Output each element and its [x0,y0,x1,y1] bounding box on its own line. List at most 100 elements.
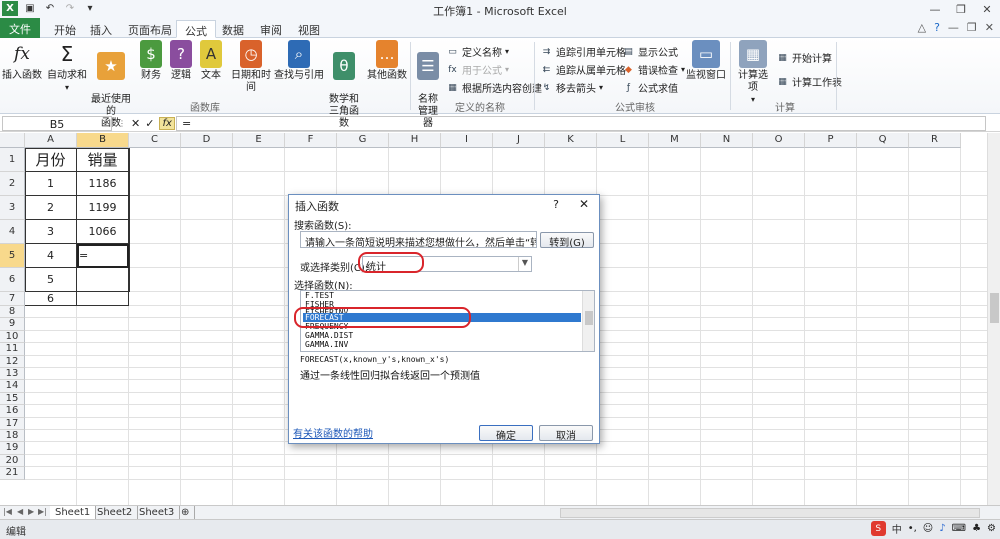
row-header-8[interactable]: 8 [0,306,25,319]
enter-icon[interactable]: ✓ [145,117,154,130]
keyboard-icon[interactable]: ⌨ [952,523,966,534]
column-header-f[interactable]: F [285,133,337,148]
name-box-dropdown-icon[interactable]: ⋮ [118,119,126,128]
row-header-6[interactable]: 6 [0,268,25,292]
select-all-corner[interactable] [0,133,25,148]
financial-button[interactable]: $ 财务 [138,40,164,82]
list-item[interactable]: GAMMA.INV [303,340,581,349]
row-header-5[interactable]: 5 [0,244,25,268]
new-sheet-icon[interactable]: ⊕ [176,506,196,520]
formula-input[interactable]: = [176,116,986,131]
column-header-q[interactable]: Q [857,133,909,148]
table-header-cell[interactable]: 销量 [77,148,129,172]
column-header-r[interactable]: R [909,133,961,148]
chevron-down-icon[interactable]: ▼ [518,257,531,271]
column-header-n[interactable]: N [701,133,753,148]
column-header-o[interactable]: O [753,133,805,148]
row-header-4[interactable]: 4 [0,220,25,244]
table-cell[interactable]: 2 [25,196,77,220]
tab-view[interactable]: 视图 [290,20,328,38]
table-cell[interactable]: = [77,244,129,268]
prev-sheet-icon[interactable]: ◀ [17,507,23,516]
define-name-button[interactable]: ▭ 定义名称 ▾ [446,44,509,60]
row-header-3[interactable]: 3 [0,196,25,220]
tab-review[interactable]: 审阅 [252,20,290,38]
minimize-icon[interactable]: — [922,0,948,18]
vertical-scrollbar[interactable] [987,133,1000,505]
search-function-input[interactable]: 请输入一条简短说明来描述您想做什么，然后单击“转到” [300,231,537,248]
row-header-14[interactable]: 14 [0,380,25,393]
tab-home[interactable]: 开始 [46,20,84,38]
error-checking-button[interactable]: ◆ 错误检查 ▾ [622,62,685,78]
table-cell[interactable]: 4 [25,244,77,268]
row-header-15[interactable]: 15 [0,392,25,406]
sheet-tab-sheet1[interactable]: Sheet1 [50,506,97,520]
column-header-l[interactable]: L [597,133,649,148]
list-item[interactable]: GAMMA.DIST [303,331,581,340]
cancel-icon[interactable]: ✕ [131,117,140,130]
row-header-18[interactable]: 18 [0,430,25,443]
scrollbar-thumb[interactable] [585,311,593,325]
insert-function-button[interactable]: fx 插入函数 [2,40,42,82]
calculate-now-button[interactable]: ▦ 开始计算 [776,50,832,66]
row-header-2[interactable]: 2 [0,172,25,196]
name-box[interactable]: B5 [2,116,112,131]
row-header-16[interactable]: 16 [0,405,25,418]
row-header-7[interactable]: 7 [0,292,25,306]
column-header-j[interactable]: J [493,133,545,148]
logical-button[interactable]: ? 逻辑 [168,40,194,82]
table-cell[interactable]: 1 [25,172,77,196]
row-header-13[interactable]: 13 [0,368,25,381]
sheet-tab-sheet3[interactable]: Sheet3 [134,506,181,520]
minimize-ribbon-icon[interactable]: △ [918,21,926,34]
create-from-selection-button[interactable]: ▦ 根据所选内容创建 [446,80,542,96]
punctuation-icon[interactable]: •, [908,523,917,534]
table-cell[interactable]: 3 [25,220,77,244]
trace-precedents-button[interactable]: ⇉ 追踪引用单元格 [540,44,626,60]
tab-page-layout[interactable]: 页面布局 [120,20,180,38]
row-header-19[interactable]: 19 [0,442,25,455]
row-header-9[interactable]: 9 [0,318,25,331]
remove-arrows-button[interactable]: ↯ 移去箭头 ▾ [540,80,603,96]
text-button[interactable]: A 文本 [198,40,224,82]
row-header-10[interactable]: 10 [0,330,25,344]
date-time-button[interactable]: ◷ 日期和时间 [228,40,274,94]
trace-dependents-button[interactable]: ⇇ 追踪从属单元格 [540,62,626,78]
input-mode-icon[interactable]: 中 [892,521,902,536]
column-header-c[interactable]: C [129,133,181,148]
column-header-k[interactable]: K [545,133,597,148]
lookup-reference-button[interactable]: ⌕ 查找与引用 [274,40,324,82]
column-header-h[interactable]: H [389,133,441,148]
row-header-20[interactable]: 20 [0,454,25,468]
column-header-a[interactable]: A [25,133,77,148]
column-header-g[interactable]: G [337,133,389,148]
emoji-icon[interactable]: ☺ [923,523,933,534]
tab-data[interactable]: 数据 [214,20,252,38]
microphone-icon[interactable]: ♪ [939,523,945,534]
window-close-icon[interactable]: ✕ [985,21,994,34]
calculation-options-button[interactable]: ▦ 计算选项 ▾ [734,40,772,106]
column-header-i[interactable]: I [441,133,493,148]
tab-insert[interactable]: 插入 [82,20,120,38]
autosum-button[interactable]: Σ 自动求和 ▾ [46,40,88,94]
next-sheet-icon[interactable]: ▶ [28,507,34,516]
row-header-17[interactable]: 17 [0,417,25,430]
go-button[interactable]: 转到(G) [540,232,594,249]
list-item[interactable]: F.TEST [303,291,581,300]
calculate-sheet-button[interactable]: ▦ 计算工作表 [776,74,842,90]
tab-formulas[interactable]: 公式 [176,20,216,38]
column-header-p[interactable]: P [805,133,857,148]
window-minimize-icon[interactable]: — [948,21,959,34]
table-cell[interactable]: 1199 [77,196,129,220]
table-cell[interactable]: 1066 [77,220,129,244]
use-in-formula-button[interactable]: fx 用于公式 ▾ [446,62,509,78]
table-cell[interactable]: 6 [25,292,77,306]
restore-icon[interactable]: ❐ [948,0,974,18]
more-functions-button[interactable]: … 其他函数 [366,40,408,82]
function-list-scrollbar[interactable] [582,291,594,351]
table-cell[interactable] [77,268,129,292]
show-formulas-button[interactable]: ▤ 显示公式 [622,44,678,60]
help-icon[interactable]: ? [934,21,940,34]
row-header-1[interactable]: 1 [0,148,25,172]
table-cell[interactable] [77,292,129,306]
